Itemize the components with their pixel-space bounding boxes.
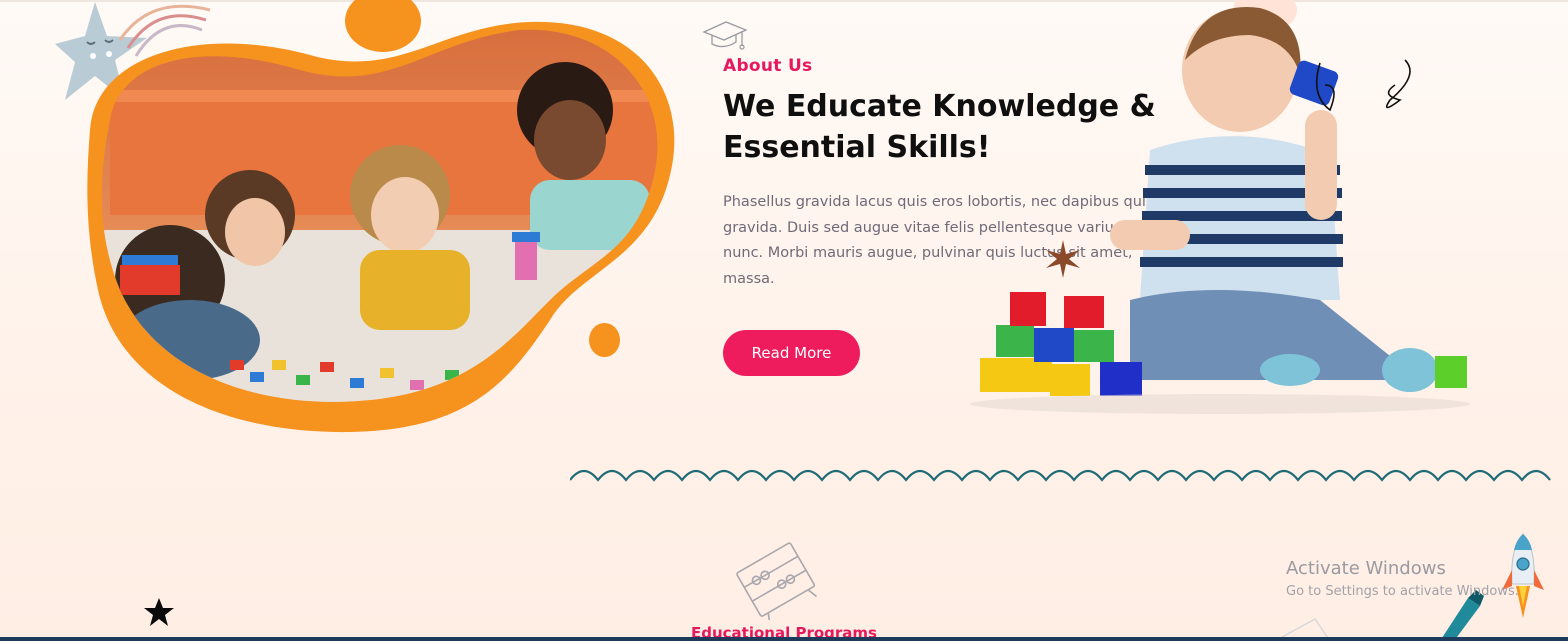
- sparkle-icon: [1046, 240, 1080, 278]
- squiggle-decoration: [1315, 59, 1411, 112]
- scallop-wave-divider: [570, 469, 1551, 482]
- about-label: About Us: [723, 56, 813, 76]
- rocket-icon[interactable]: [1500, 530, 1546, 620]
- orange-dot-decoration: [589, 323, 620, 357]
- activate-windows-subtitle: Go to Settings to activate Windows.: [1286, 584, 1519, 599]
- about-photo: [50, 0, 690, 450]
- activate-windows-title: Activate Windows: [1286, 558, 1446, 579]
- graduation-cap-icon: [702, 21, 748, 50]
- star-icon: [144, 598, 174, 626]
- bottom-border: [0, 637, 1568, 641]
- abacus-icon: [736, 542, 818, 620]
- read-more-button[interactable]: Read More: [723, 330, 860, 376]
